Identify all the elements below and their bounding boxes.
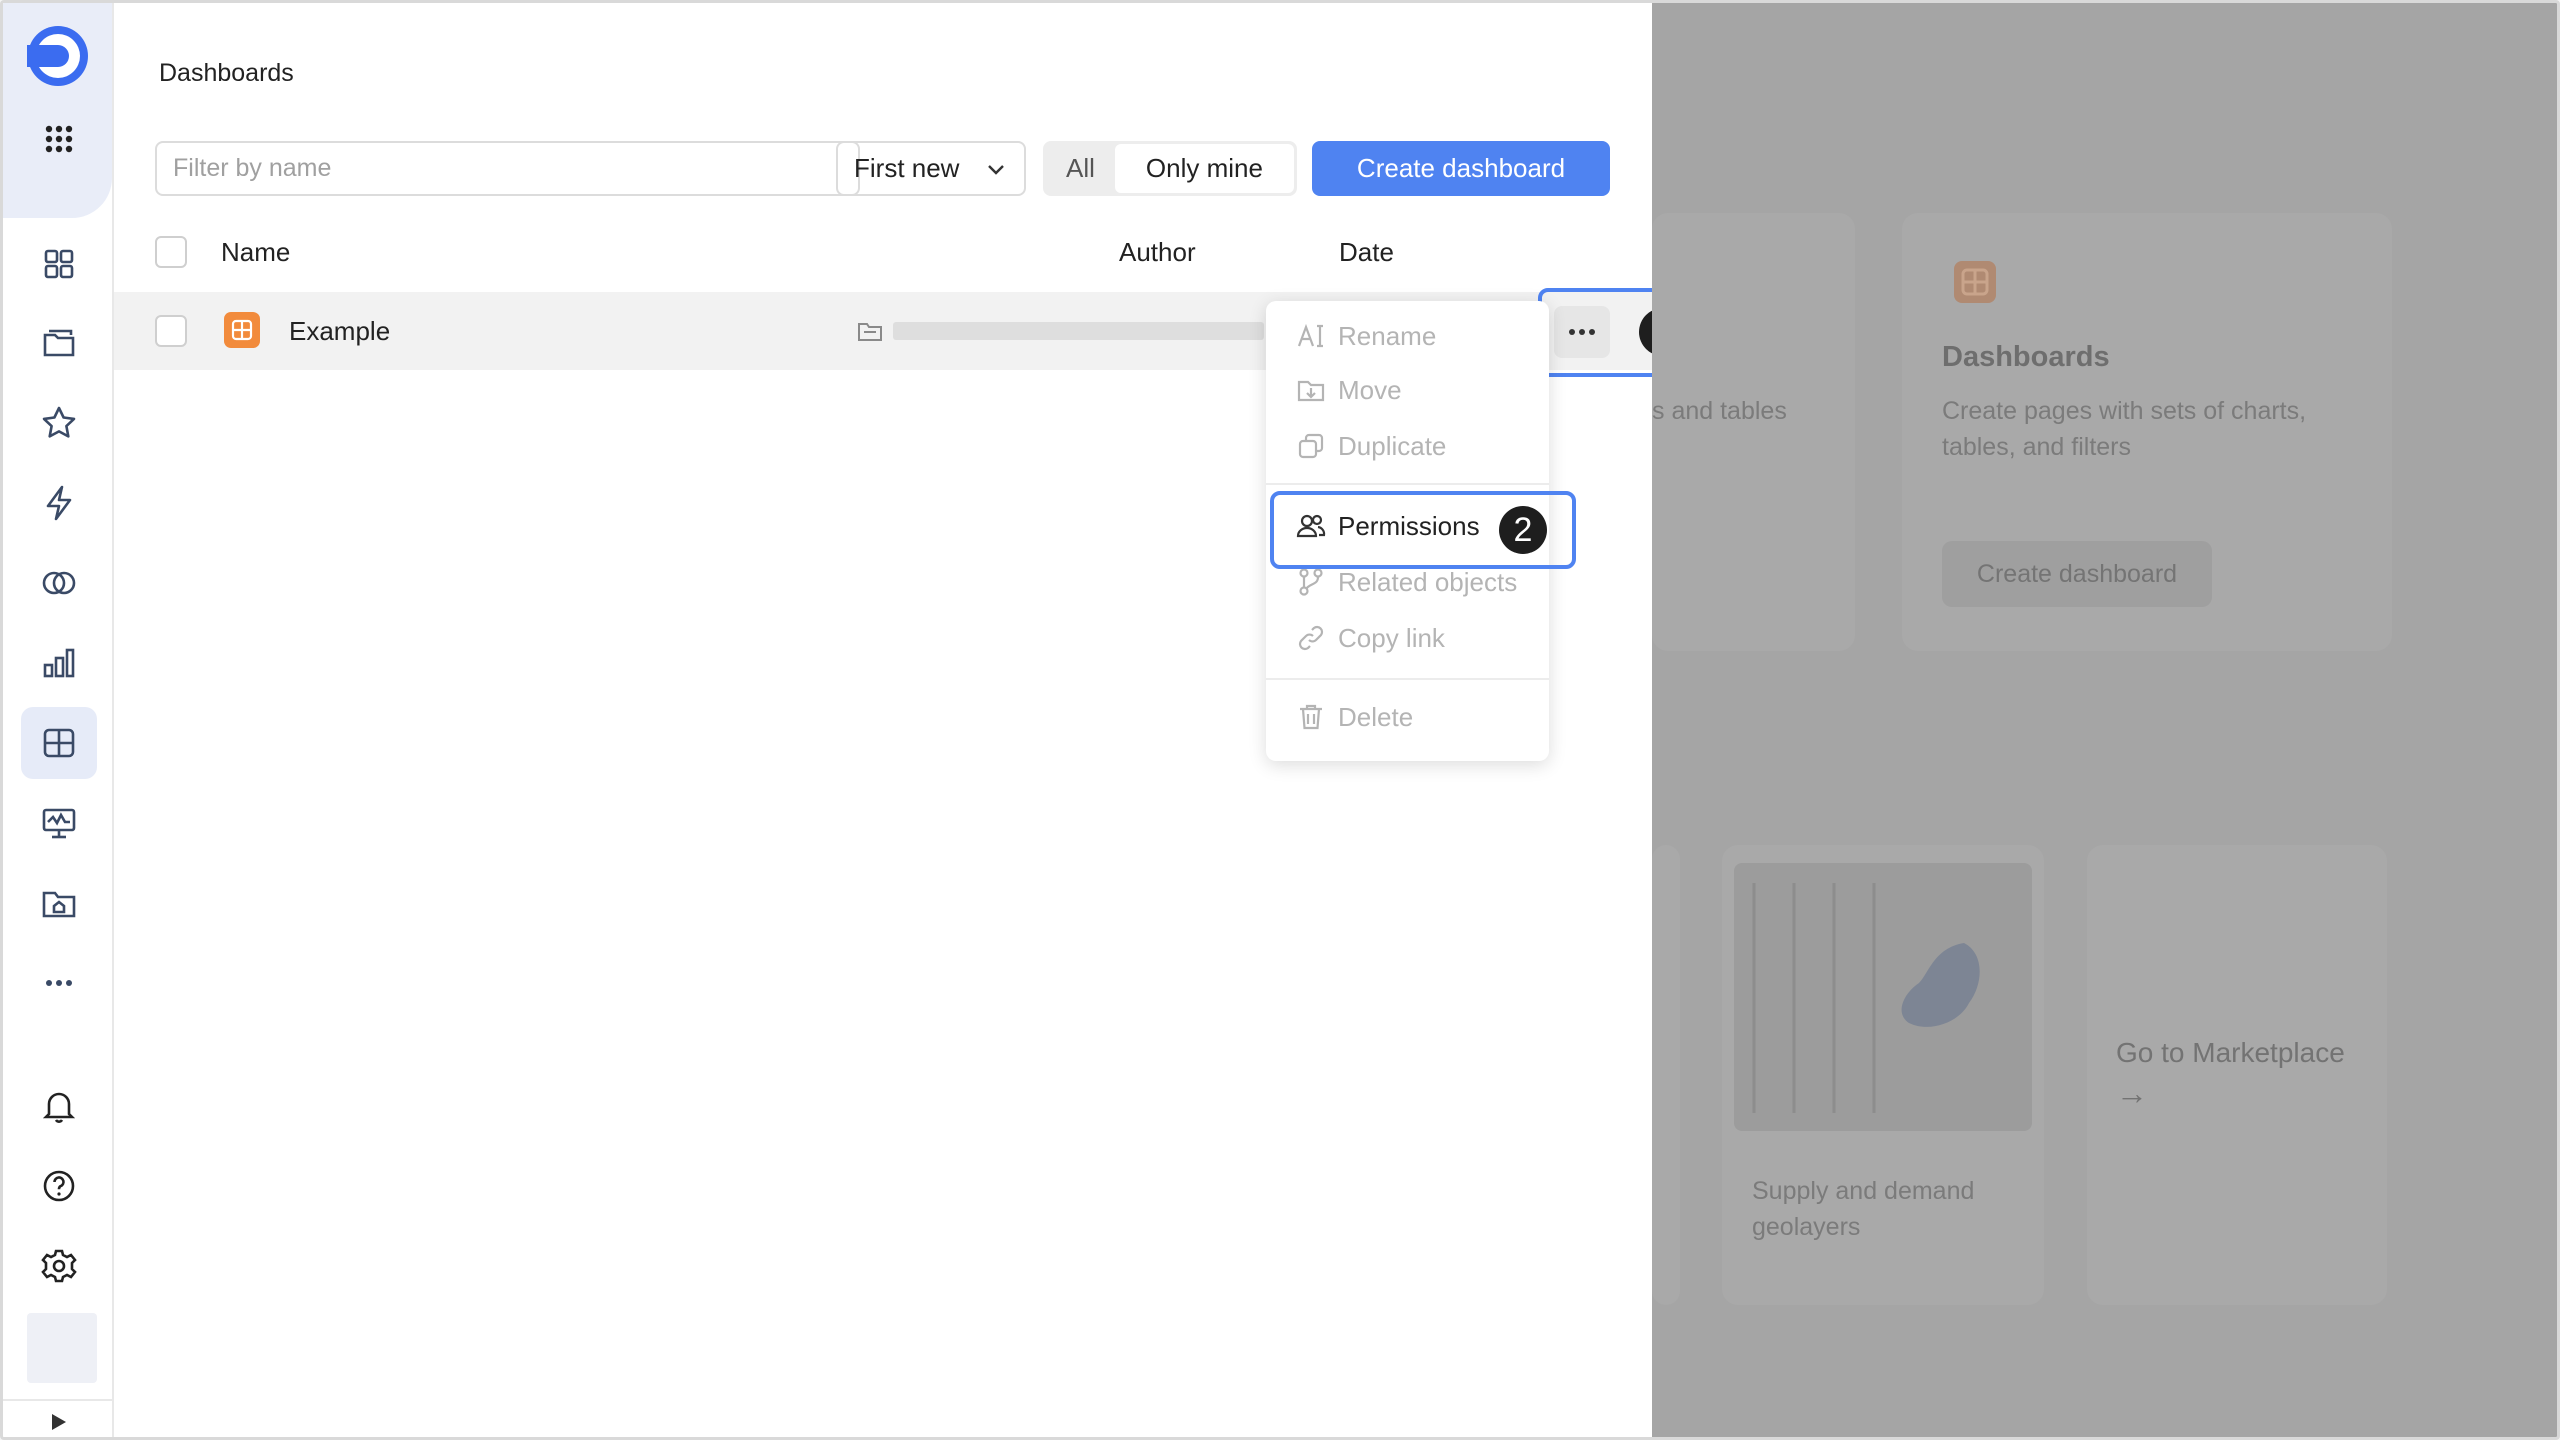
ellipsis-icon [1569,329,1595,335]
row-name[interactable]: Example [289,316,390,347]
background-template-card [1652,845,1680,1305]
related-objects-icon [1299,568,1323,596]
filter-input[interactable] [155,141,860,196]
workbooks-icon[interactable] [21,307,97,379]
play-triangle-icon [51,1414,66,1430]
rename-icon [1297,323,1323,348]
menu-separator [1266,678,1549,680]
path-placeholder [893,322,1136,340]
personal-folder-icon[interactable] [21,867,97,939]
services-grid-icon[interactable] [21,103,97,175]
select-all-checkbox[interactable] [155,236,187,268]
background-card [1652,213,1855,651]
arrow-right-icon: → [2116,1075,2148,1111]
notifications-bell-icon[interactable] [21,1070,97,1142]
sort-select-value: First new [854,153,960,183]
dashboards-panel: Dashboards First new All Only mine Creat… [114,3,1707,1437]
settings-gear-icon[interactable] [21,1230,97,1302]
geolayers-title-1: Supply and demand [1752,1177,1975,1205]
column-header-author[interactable]: Author [1119,237,1196,268]
marketplace-link: Go to Marketplace [2116,1037,2345,1068]
map-thumbnail-icon [1752,883,1980,1113]
create-dashboard-button[interactable]: Create dashboard [1312,141,1610,196]
favorites-star-icon[interactable] [21,387,97,459]
avatar[interactable] [27,1313,97,1383]
column-header-date[interactable]: Date [1339,237,1394,268]
menu-separator [1266,483,1549,485]
row-checkbox[interactable] [155,315,187,347]
more-services-icon[interactable] [21,947,97,1019]
sort-select[interactable]: First new [836,141,1026,196]
chevron-down-icon [988,164,1004,175]
menu-item-rename[interactable]: Rename [1266,309,1549,363]
background-create-dashboard-button: Create dashboard [1942,541,2212,607]
background-card-title: Dashboards [1942,341,2110,373]
menu-item-delete[interactable]: Delete [1266,690,1549,744]
charts-icon[interactable] [21,627,97,699]
ownership-switch: All Only mine [1043,141,1297,196]
collections-icon[interactable] [21,228,97,300]
background-card-description-2: tables, and filters [1942,433,2131,461]
author-placeholder [1119,322,1264,340]
background-card-text: s and tables [1652,397,1787,425]
geolayers-thumbnail [1734,863,2032,1131]
page-title: Dashboards [159,59,294,87]
move-folder-icon [1297,380,1325,402]
column-header-name[interactable]: Name [221,237,290,268]
dashboard-type-icon [224,312,260,348]
geolayers-title-2: geolayers [1752,1213,1861,1241]
menu-item-duplicate[interactable]: Duplicate [1266,419,1549,473]
connections-bolt-icon[interactable] [21,467,97,539]
help-icon[interactable] [21,1150,97,1222]
background-overlay: s and tables Dashboards Create pages wit… [1652,3,2557,1437]
tab-all[interactable]: All [1046,144,1115,193]
expand-sidebar-button[interactable] [3,1399,112,1437]
duplicate-icon [1298,433,1324,459]
tab-only-mine[interactable]: Only mine [1114,144,1294,193]
folder-icon [858,323,882,341]
dashboards-icon[interactable] [21,707,97,779]
app-window: Dashboards First new All Only mine Creat… [0,0,2560,1440]
sidebar [3,3,114,1437]
datasets-icon[interactable] [21,547,97,619]
datalens-logo-icon[interactable] [25,23,91,89]
link-icon [1298,625,1324,651]
background-card-description-1: Create pages with sets of charts, [1942,397,2307,425]
dashboards-card-icon [1954,261,1996,303]
menu-item-copy-link[interactable]: Copy link [1266,611,1549,665]
more-actions-button[interactable] [1554,306,1610,358]
step-badge-permissions: 2 [1499,506,1547,554]
trash-icon [1300,704,1322,730]
reports-monitor-icon[interactable] [21,787,97,859]
menu-item-move[interactable]: Move [1266,363,1549,417]
